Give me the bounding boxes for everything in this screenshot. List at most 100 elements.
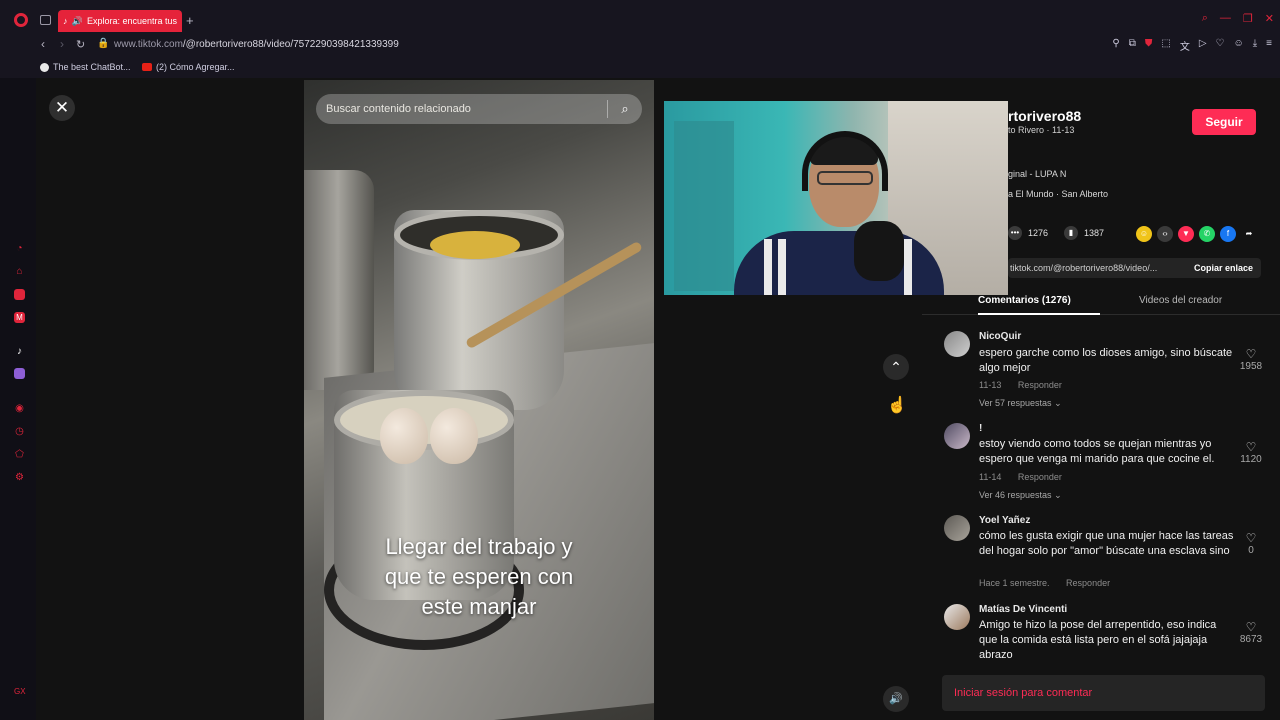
comment-date: Hace 1 semestre. <box>979 578 1050 588</box>
maximize-icon[interactable]: ❐ <box>1243 12 1253 25</box>
comment-text: estoy viendo como todos se quejan mientr… <box>979 438 1215 465</box>
avatar[interactable] <box>944 604 970 630</box>
view-replies-button[interactable]: Ver 46 respuestas ⌄ <box>979 490 1062 501</box>
new-tab-button[interactable]: + <box>186 13 194 28</box>
url-path: /@robertorivero88/video/7572290398421339… <box>182 39 399 50</box>
play-icon[interactable]: ▷ <box>1199 38 1207 53</box>
settings-icon[interactable]: ⚙ <box>14 472 25 483</box>
coin-share-icon[interactable]: ☺ <box>1136 226 1152 242</box>
heart-icon: ♡ <box>1245 347 1257 361</box>
avatar[interactable] <box>944 331 970 357</box>
whatsapp-icon[interactable]: ✆ <box>1199 226 1215 242</box>
comment-like[interactable]: ♡ 1958 <box>1238 347 1264 372</box>
workspaces-icon[interactable] <box>40 15 51 25</box>
comment-like[interactable]: ♡ 8673 <box>1238 620 1264 645</box>
comment-username[interactable]: Matías De Vincenti <box>979 604 1067 615</box>
share-arrow-icon[interactable]: ➦ <box>1241 226 1257 242</box>
close-window-icon[interactable]: ✕ <box>1265 12 1274 25</box>
player-icon[interactable]: ◉ <box>14 403 25 414</box>
comment-username[interactable]: Yoel Yañez <box>979 515 1030 526</box>
search-icon[interactable]: ⌕ <box>608 101 642 117</box>
heart-icon[interactable]: ♡ <box>1216 38 1225 53</box>
gmail-icon[interactable]: M <box>14 312 25 323</box>
caption-line: este manjar <box>421 594 537 619</box>
follow-button[interactable]: Seguir <box>1192 109 1256 135</box>
reload-icon[interactable]: ↻ <box>76 38 85 51</box>
download-icon[interactable]: ⤓ <box>1253 38 1257 53</box>
window-controls: ⌕ — ❐ ✕ <box>1202 12 1274 25</box>
url-field[interactable]: www.tiktok.com/@robertorivero88/video/75… <box>114 39 399 50</box>
back-icon[interactable]: ‹ <box>41 37 45 51</box>
comment-count[interactable]: ••• 1276 <box>1008 226 1048 240</box>
previous-video-button[interactable]: ⌃ <box>883 354 909 380</box>
minimize-icon[interactable]: — <box>1220 12 1231 25</box>
search-placeholder: Buscar contenido relacionado <box>326 103 471 115</box>
vpn-shield-icon[interactable]: ⛊ <box>1145 38 1153 53</box>
comment-count-value: 1276 <box>1028 228 1049 238</box>
address-bar: ‹ › ↻ 🔒 www.tiktok.com/@robertorivero88/… <box>0 34 1280 56</box>
tiktok-sidebar-icon[interactable]: ♪ <box>14 346 25 357</box>
bookmark-chatbot[interactable]: The best ChatBot... <box>40 62 131 72</box>
snapshot-icon[interactable]: ⧉ <box>1129 38 1136 53</box>
streamer <box>734 131 954 295</box>
share-link-text: tiktok.com/@robertorivero88/video/... <box>1010 263 1158 273</box>
video-player[interactable]: Buscar contenido relacionado ⌕ Llegar de… <box>304 80 654 720</box>
forward-icon[interactable]: › <box>60 37 64 51</box>
aria-icon[interactable]: ◔ <box>14 243 25 254</box>
save-count[interactable]: ▮ 1387 <box>1064 226 1104 240</box>
history-icon[interactable]: ◷ <box>14 426 25 437</box>
comment-text: Amigo te hizo la pose del arrepentido, e… <box>979 619 1217 661</box>
close-modal-button[interactable]: ✕ <box>49 95 75 121</box>
bookmark-youtube[interactable]: (2) Cómo Agregar... <box>142 62 235 72</box>
bookmark-label: The best ChatBot... <box>53 62 131 72</box>
comment-like[interactable]: ♡ 0 <box>1238 531 1264 556</box>
view-replies-button[interactable]: Ver 57 respuestas ⌄ <box>979 398 1062 409</box>
embed-icon[interactable]: ‹› <box>1157 226 1173 242</box>
copy-link-button[interactable]: Copiar enlace <box>1194 258 1253 278</box>
volume-button[interactable]: 🔊 <box>883 686 909 712</box>
comment-meta: 11-13 Responder <box>979 380 1062 390</box>
login-to-comment-button[interactable]: Iniciar sesión para comentar <box>942 675 1265 711</box>
like-count: 8673 <box>1239 634 1263 645</box>
avatar[interactable] <box>944 515 970 541</box>
heart-icon: ♡ <box>1245 620 1257 634</box>
extensions-icon[interactable]: ⬚ <box>1161 38 1170 53</box>
profile-icon[interactable]: ☺ <box>1234 38 1244 53</box>
opera-logo-icon[interactable] <box>14 13 28 27</box>
reply-button[interactable]: Responder <box>1018 472 1062 482</box>
webcam-overlay <box>664 101 1008 295</box>
tab-audio-icon[interactable]: 🔊 <box>72 16 83 27</box>
translate-icon[interactable]: 文 <box>1180 38 1190 53</box>
search-tabs-icon[interactable]: ⌕ <box>1202 12 1208 25</box>
send-icon[interactable]: ▼ <box>1178 226 1194 242</box>
comment-username[interactable]: ! <box>979 423 982 434</box>
related-search-input[interactable]: Buscar contenido relacionado ⌕ <box>316 94 642 124</box>
reply-button[interactable]: Responder <box>1018 380 1062 390</box>
browser-tab-tiktok[interactable]: ♪ 🔊 Explora: encuentra tus <box>58 10 182 32</box>
extensions-sidebar-icon[interactable]: ⬠ <box>14 449 25 460</box>
pin-icon[interactable]: ⚲ <box>1112 38 1119 53</box>
menu-icon[interactable]: ≡ <box>1266 38 1272 53</box>
reply-button[interactable]: Responder <box>1066 578 1110 588</box>
crypto-wallet-icon[interactable]: ⌂ <box>14 266 25 277</box>
save-count-value: 1387 <box>1084 228 1105 238</box>
mouse-cursor-icon: ☝ <box>887 397 907 414</box>
gx-icon[interactable]: GX <box>14 686 26 697</box>
tab-creator-videos[interactable]: Videos del creador <box>1139 295 1222 306</box>
view-replies-label: Ver 46 respuestas <box>979 490 1052 500</box>
comment-username[interactable]: NicoQuir <box>979 331 1021 342</box>
view-replies-label: Ver 57 respuestas <box>979 398 1052 408</box>
facebook-icon[interactable]: f <box>1220 226 1236 242</box>
twitch-icon[interactable] <box>14 368 25 379</box>
music-link[interactable]: ginal - LUPA N <box>1008 169 1066 179</box>
location-link[interactable]: a El Mundo · San Alberto <box>1008 189 1108 199</box>
lock-icon[interactable]: 🔒 <box>97 38 109 49</box>
comment-like[interactable]: ♡ 1120 <box>1238 440 1264 465</box>
webcam-background <box>674 121 734 291</box>
messenger-icon[interactable] <box>14 289 25 300</box>
author-handle[interactable]: rtorivero88 <box>1008 108 1081 124</box>
avatar[interactable] <box>944 423 970 449</box>
like-count: 1958 <box>1239 361 1263 372</box>
tab-comments[interactable]: Comentarios (1276) <box>978 295 1071 306</box>
like-count: 0 <box>1248 545 1254 556</box>
